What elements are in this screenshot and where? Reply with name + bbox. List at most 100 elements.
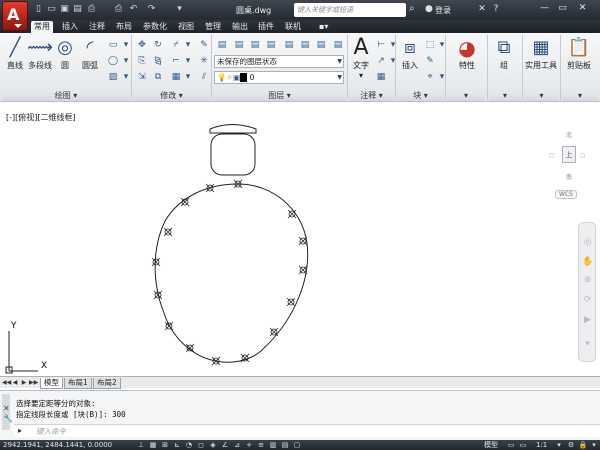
move-icon[interactable]: ✥ bbox=[136, 39, 148, 51]
properties-panel-title[interactable]: ▾ bbox=[447, 90, 485, 101]
hatch-icon[interactable]: ▨ bbox=[107, 71, 119, 83]
dynamic-input-icon[interactable]: + bbox=[244, 440, 254, 450]
grid-display-icon[interactable]: ⊞ bbox=[160, 440, 170, 450]
edit-block-icon[interactable]: ✎ bbox=[424, 55, 436, 67]
command-input[interactable]: 键入命令 bbox=[36, 426, 66, 437]
login-link[interactable]: 登录 bbox=[435, 5, 451, 16]
dropdown-arrow-icon[interactable]: ▾ bbox=[554, 440, 564, 450]
dropdown-arrow-icon[interactable]: ▾ bbox=[387, 55, 399, 67]
create-block-icon[interactable]: ⬚ bbox=[424, 39, 436, 51]
otrack-icon[interactable]: ∠ bbox=[220, 440, 230, 450]
search-input[interactable]: 键入关键字或短语 bbox=[294, 3, 406, 17]
layer-properties-icon[interactable]: ▤ bbox=[216, 39, 228, 51]
tab-insert[interactable]: 插入 bbox=[59, 21, 81, 33]
quick-view-layouts-icon[interactable]: ▭ bbox=[506, 440, 516, 450]
quick-properties-icon[interactable]: ▤ bbox=[280, 440, 290, 450]
minimize-button[interactable]: — bbox=[536, 1, 553, 15]
close-button[interactable]: ✕ bbox=[574, 1, 591, 15]
ribbon-toggle-icon[interactable]: ▪▾ bbox=[316, 21, 331, 33]
layer-state-dropdown[interactable]: 未保存的图层状态 ▼ bbox=[214, 55, 344, 68]
last-tab-arrow-icon[interactable]: ▶▶ bbox=[29, 378, 38, 388]
properties-button[interactable]: ◕ 特性 bbox=[450, 36, 484, 71]
line-tool-button[interactable]: ╱ 直线 bbox=[4, 36, 26, 71]
selection-cycling-icon[interactable]: ▢ bbox=[292, 440, 302, 450]
new-file-icon[interactable]: ▯ bbox=[33, 4, 44, 15]
fillet-icon[interactable]: ⌐ bbox=[170, 55, 182, 67]
first-tab-arrow-icon[interactable]: ◀◀ bbox=[2, 378, 11, 388]
dimension-icon[interactable]: ⊢ bbox=[375, 39, 387, 51]
insert-block-button[interactable]: ⧈ 插入 bbox=[399, 36, 421, 71]
erase-icon[interactable]: ✎ bbox=[198, 39, 210, 51]
dropdown-arrow-icon[interactable]: ▾ bbox=[436, 71, 448, 83]
clipboard-button[interactable]: 📋 剪贴板 bbox=[563, 36, 595, 71]
viewcube[interactable]: 北 ▢ 上 ▢ 南 WCS bbox=[546, 124, 592, 204]
tab-layout1[interactable]: 布局1 bbox=[64, 378, 92, 389]
dropdown-arrow-icon[interactable]: ▾ bbox=[182, 39, 194, 51]
undo-icon[interactable]: ↶ bbox=[128, 4, 139, 15]
draw-panel-title[interactable]: 绘图 ▾ bbox=[2, 90, 130, 101]
quick-view-drawings-icon[interactable]: ▭ bbox=[518, 440, 528, 450]
block-panel-title[interactable]: 块 ▾ bbox=[397, 90, 444, 101]
ellipse-icon[interactable]: ◯ bbox=[107, 55, 119, 67]
wcs-menu[interactable]: WCS bbox=[555, 190, 577, 199]
model-space-label[interactable]: 模型 bbox=[484, 440, 498, 450]
polar-tracking-icon[interactable]: ◔ bbox=[184, 440, 194, 450]
utilities-panel-title[interactable]: ▾ bbox=[524, 90, 559, 101]
tab-parametric[interactable]: 参数化 bbox=[140, 21, 170, 33]
object-snap-icon[interactable]: ◻ bbox=[196, 440, 206, 450]
tab-home[interactable]: 常用 bbox=[31, 21, 53, 33]
layer-tool-icon[interactable]: ▤ bbox=[233, 39, 245, 51]
dropdown-arrow-icon[interactable]: ▾ bbox=[182, 71, 194, 83]
open-file-icon[interactable]: ▭ bbox=[46, 4, 57, 15]
print-icon[interactable]: ⎙ bbox=[113, 4, 124, 15]
tab-output[interactable]: 输出 bbox=[229, 21, 251, 33]
viewcube-face[interactable]: 上 bbox=[562, 146, 576, 163]
ducs-icon[interactable]: ⊿ bbox=[232, 440, 242, 450]
array-icon[interactable]: ▦ bbox=[170, 71, 182, 83]
help-icon[interactable]: ? bbox=[490, 3, 502, 16]
application-menu-button[interactable]: A bbox=[2, 1, 28, 31]
arc-tool-button[interactable]: ◜ 圆弧 bbox=[79, 36, 101, 71]
redo-icon[interactable]: ↷ bbox=[146, 4, 157, 15]
modify-panel-title[interactable]: 修改 ▾ bbox=[133, 90, 210, 101]
3d-osnap-icon[interactable]: ◈ bbox=[208, 440, 218, 450]
tab-view[interactable]: 视图 bbox=[175, 21, 197, 33]
save-icon[interactable]: ▣ bbox=[59, 4, 70, 15]
current-layer-dropdown[interactable]: 💡☼▣■ 0 ▼ bbox=[214, 71, 344, 84]
annotation-scale[interactable]: 1:1 bbox=[536, 440, 547, 450]
layer-tool-icon[interactable]: ▤ bbox=[283, 39, 295, 51]
offset-icon[interactable]: ⫽ bbox=[198, 71, 210, 83]
next-tab-arrow-icon[interactable]: ▶ bbox=[20, 378, 28, 388]
tab-annotate[interactable]: 注释 bbox=[86, 21, 108, 33]
showmotion-icon[interactable]: ▶ bbox=[582, 315, 593, 326]
leader-icon[interactable]: ↗ bbox=[375, 55, 387, 67]
tab-layout2[interactable]: 布局2 bbox=[93, 378, 121, 389]
workspace-dropdown-icon[interactable]: ▾ bbox=[174, 4, 185, 15]
layer-tool-icon[interactable]: ▤ bbox=[265, 39, 277, 51]
dropdown-arrow-icon[interactable]: ▾ bbox=[436, 39, 448, 51]
table-icon[interactable]: ▦ bbox=[375, 71, 387, 83]
stretch-icon[interactable]: ⇲ bbox=[136, 71, 148, 83]
rectangle-icon[interactable]: ▭ bbox=[107, 39, 119, 51]
binoculars-icon[interactable]: ⌕ bbox=[409, 3, 421, 16]
tab-plugins[interactable]: 插件 bbox=[255, 21, 277, 33]
snap-mode-icon[interactable]: ▦ bbox=[148, 440, 158, 450]
mirror-icon[interactable]: ⧎ bbox=[152, 55, 164, 67]
tab-online[interactable]: 联机 bbox=[282, 21, 304, 33]
command-prompt-icon[interactable]: ▸ bbox=[18, 426, 22, 435]
restore-button[interactable]: ▭ bbox=[554, 1, 571, 15]
layer-tool-icon[interactable]: ▤ bbox=[332, 39, 344, 51]
status-menu-icon[interactable]: ▾ bbox=[589, 440, 599, 450]
block-attribute-icon[interactable]: ⌖ bbox=[424, 71, 436, 83]
zoom-icon[interactable]: ⊕ bbox=[582, 275, 593, 286]
text-tool-button[interactable]: A 文字 ▾ bbox=[350, 36, 372, 81]
polyline-tool-button[interactable]: ⟿ 多段线 bbox=[27, 36, 53, 71]
close-command-icon[interactable]: ✕ bbox=[3, 404, 10, 413]
group-button[interactable]: ⧉ 组 bbox=[492, 36, 516, 71]
explode-icon[interactable]: ✳ bbox=[198, 55, 210, 67]
wrench-icon[interactable]: 🔧 bbox=[3, 414, 13, 423]
copy-icon[interactable]: ⎘ bbox=[136, 55, 148, 67]
scale-icon[interactable]: ⧉ bbox=[152, 71, 164, 83]
nav-options-icon[interactable]: ▾ bbox=[582, 339, 593, 350]
layer-tool-icon[interactable]: ▤ bbox=[249, 39, 261, 51]
